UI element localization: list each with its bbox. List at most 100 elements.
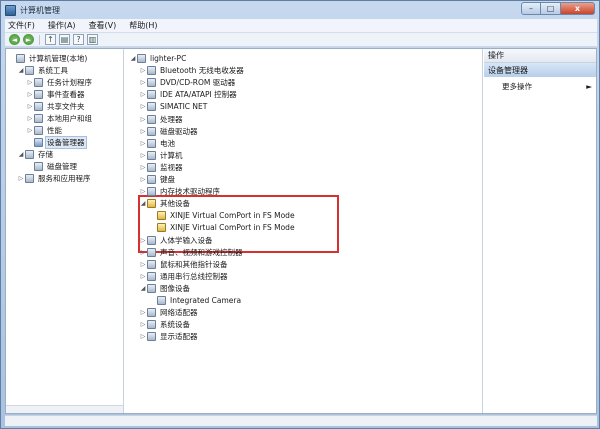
more-actions-item[interactable]: 更多操作 ► (502, 81, 592, 92)
show-action-pane-button[interactable]: ▥ (87, 34, 98, 45)
device-tree-label: DVD/CD-ROM 驱动器 (160, 78, 236, 88)
expand-toggle-icon[interactable]: ▷ (17, 175, 25, 182)
window-title: 计算机管理 (20, 5, 60, 15)
computer-icon (137, 54, 146, 63)
console-tree-label: 设备管理器 (45, 136, 87, 149)
expand-toggle-icon[interactable]: ▷ (26, 103, 34, 110)
close-button[interactable]: x (561, 2, 595, 15)
console-tree-item[interactable]: ▷ 事件查看器 (26, 89, 86, 100)
console-tree[interactable]: 计算机管理(本地) ◢ 系统工具 ▷ 任务计划程序 ▷ 事件查看器 ▷ 共享文件夹 ▷ 本地用户和组… (6, 49, 124, 413)
device-tree-label: Integrated Camera (170, 296, 242, 305)
status-bar (5, 415, 597, 426)
help-button[interactable]: ? (73, 34, 84, 45)
expand-toggle-icon[interactable]: ▷ (139, 261, 147, 268)
device-tree-item[interactable]: ◢ 其他设备 (139, 198, 191, 209)
title-bar[interactable]: 计算机管理 – □ x (1, 1, 599, 19)
device-tree-item[interactable]: ▷ 人体学输入设备 (139, 235, 214, 246)
device-tree-item[interactable]: ◢ lighter-PC (129, 53, 187, 64)
expand-toggle-icon[interactable]: ▷ (139, 103, 147, 110)
menu-help[interactable]: 帮助(H) (129, 20, 157, 31)
computer-management-icon (5, 4, 16, 16)
device-tree-item[interactable]: ▷ 内存技术驱动程序 (139, 186, 221, 197)
device-tree-label: 图像设备 (160, 283, 190, 293)
back-button[interactable]: ◄ (9, 34, 20, 45)
device-tree-item[interactable]: ▷ 鼠标和其他指针设备 (139, 259, 229, 270)
console-tree-item[interactable]: ◢ 存储 (17, 149, 54, 160)
maximize-button[interactable]: □ (541, 2, 561, 15)
device-tree-item[interactable]: ▷ 监视器 (139, 162, 184, 173)
device-tree-item[interactable]: Integrated Camera (149, 295, 242, 306)
minimize-button[interactable]: – (521, 2, 541, 15)
expand-toggle-icon[interactable]: ◢ (17, 151, 25, 158)
device-tree-item[interactable]: ▷ 声音、视频和游戏控制器 (139, 247, 244, 258)
expand-toggle-icon[interactable]: ▷ (139, 333, 147, 340)
actions-pane-header: 操作 (484, 49, 596, 63)
expand-toggle-icon[interactable]: ◢ (129, 55, 137, 62)
expand-toggle-icon[interactable]: ◢ (17, 67, 25, 74)
device-tree-item[interactable]: ▷ 网络适配器 (139, 307, 199, 318)
chevron-right-icon: ► (586, 82, 592, 91)
expand-toggle-icon[interactable]: ▷ (139, 188, 147, 195)
disk-drive-icon (147, 126, 156, 136)
device-tree-item[interactable]: ▷ Bluetooth 无线电收发器 (139, 65, 245, 76)
expand-toggle-icon[interactable]: ▷ (139, 321, 147, 328)
device-tree-item[interactable]: ◢ 图像设备 (139, 283, 191, 294)
expand-toggle-icon[interactable]: ▷ (26, 91, 34, 98)
show-hide-tree-button[interactable]: ▤ (59, 34, 70, 45)
device-tree-item[interactable]: ▷ 系统设备 (139, 319, 191, 330)
console-tree-item[interactable]: 设备管理器 (26, 136, 87, 149)
device-tree-item[interactable]: ▷ SIMATIC NET (139, 101, 208, 112)
expand-toggle-icon[interactable]: ▷ (139, 273, 147, 280)
device-tree-item[interactable]: ▷ 处理器 (139, 114, 184, 125)
expand-toggle-icon[interactable]: ▷ (139, 116, 147, 123)
memory-icon (147, 187, 156, 197)
expand-toggle-icon[interactable]: ▷ (139, 176, 147, 183)
device-tree-item[interactable]: ▷ DVD/CD-ROM 驱动器 (139, 77, 236, 88)
expand-toggle-icon[interactable]: ◢ (139, 200, 147, 207)
monitor-icon (147, 162, 156, 172)
expand-toggle-icon[interactable]: ▷ (26, 79, 34, 86)
console-tree-label: 共享文件夹 (47, 102, 85, 111)
device-tree-item[interactable]: XINJE Virtual ComPort in FS Mode (149, 222, 296, 233)
expand-toggle-icon[interactable]: ▷ (139, 67, 147, 74)
menu-view[interactable]: 查看(V) (89, 20, 117, 31)
expand-toggle-icon[interactable]: ▷ (139, 164, 147, 171)
console-tree-item[interactable]: ▷ 共享文件夹 (26, 101, 86, 112)
expand-toggle-icon[interactable]: ▷ (26, 115, 34, 122)
expand-toggle-icon[interactable]: ▷ (139, 91, 147, 98)
device-tree-label: lighter-PC (150, 54, 187, 63)
device-tree-item[interactable]: ▷ 电池 (139, 138, 176, 149)
expand-toggle-icon[interactable]: ▷ (139, 79, 147, 86)
device-tree-item[interactable]: ▷ 键盘 (139, 174, 176, 185)
console-tree-item[interactable]: ▷ 任务计划程序 (26, 77, 93, 88)
forward-button[interactable]: ► (23, 34, 34, 45)
device-tree-item[interactable]: ▷ 磁盘驱动器 (139, 126, 199, 137)
console-tree-item[interactable]: ▷ 本地用户和组 (26, 113, 93, 124)
device-tree-item[interactable]: ▷ IDE ATA/ATAPI 控制器 (139, 89, 238, 100)
expand-toggle-icon[interactable]: ▷ (139, 309, 147, 316)
clock-icon (34, 78, 43, 87)
expand-toggle-icon[interactable]: ▷ (26, 127, 34, 134)
device-tree-item[interactable]: XINJE Virtual ComPort in FS Mode (149, 210, 296, 221)
device-tree[interactable]: ◢ lighter-PC ▷ Bluetooth 无线电收发器 ▷ DVD/CD-ROM … (125, 49, 483, 413)
device-tree-item[interactable]: ▷ 显示适配器 (139, 331, 199, 342)
menu-file[interactable]: 文件(F) (8, 20, 35, 31)
device-tree-item[interactable]: ▷ 计算机 (139, 150, 184, 161)
actions-section-device-manager[interactable]: 设备管理器 (484, 63, 596, 77)
expand-toggle-icon[interactable]: ▷ (139, 249, 147, 256)
device-tree-label: IDE ATA/ATAPI 控制器 (160, 90, 237, 100)
console-tree-item[interactable]: 计算机管理(本地) (8, 53, 88, 64)
up-folder-button[interactable]: ↑ (45, 34, 56, 45)
expand-toggle-icon[interactable]: ▷ (139, 140, 147, 147)
menu-action[interactable]: 操作(A) (48, 20, 76, 31)
console-tree-item[interactable]: ▷ 服务和应用程序 (17, 173, 92, 184)
expand-toggle-icon[interactable]: ▷ (139, 237, 147, 244)
console-tree-item[interactable]: ◢ 系统工具 (17, 65, 69, 76)
expand-toggle-icon[interactable]: ▷ (139, 128, 147, 135)
console-tree-scrollbar[interactable] (6, 405, 123, 413)
device-tree-item[interactable]: ▷ 通用串行总线控制器 (139, 271, 229, 282)
expand-toggle-icon[interactable]: ▷ (139, 152, 147, 159)
console-tree-item[interactable]: ▷ 性能 (26, 125, 63, 136)
expand-toggle-icon[interactable]: ◢ (139, 285, 147, 292)
console-tree-item[interactable]: 磁盘管理 (26, 161, 78, 172)
